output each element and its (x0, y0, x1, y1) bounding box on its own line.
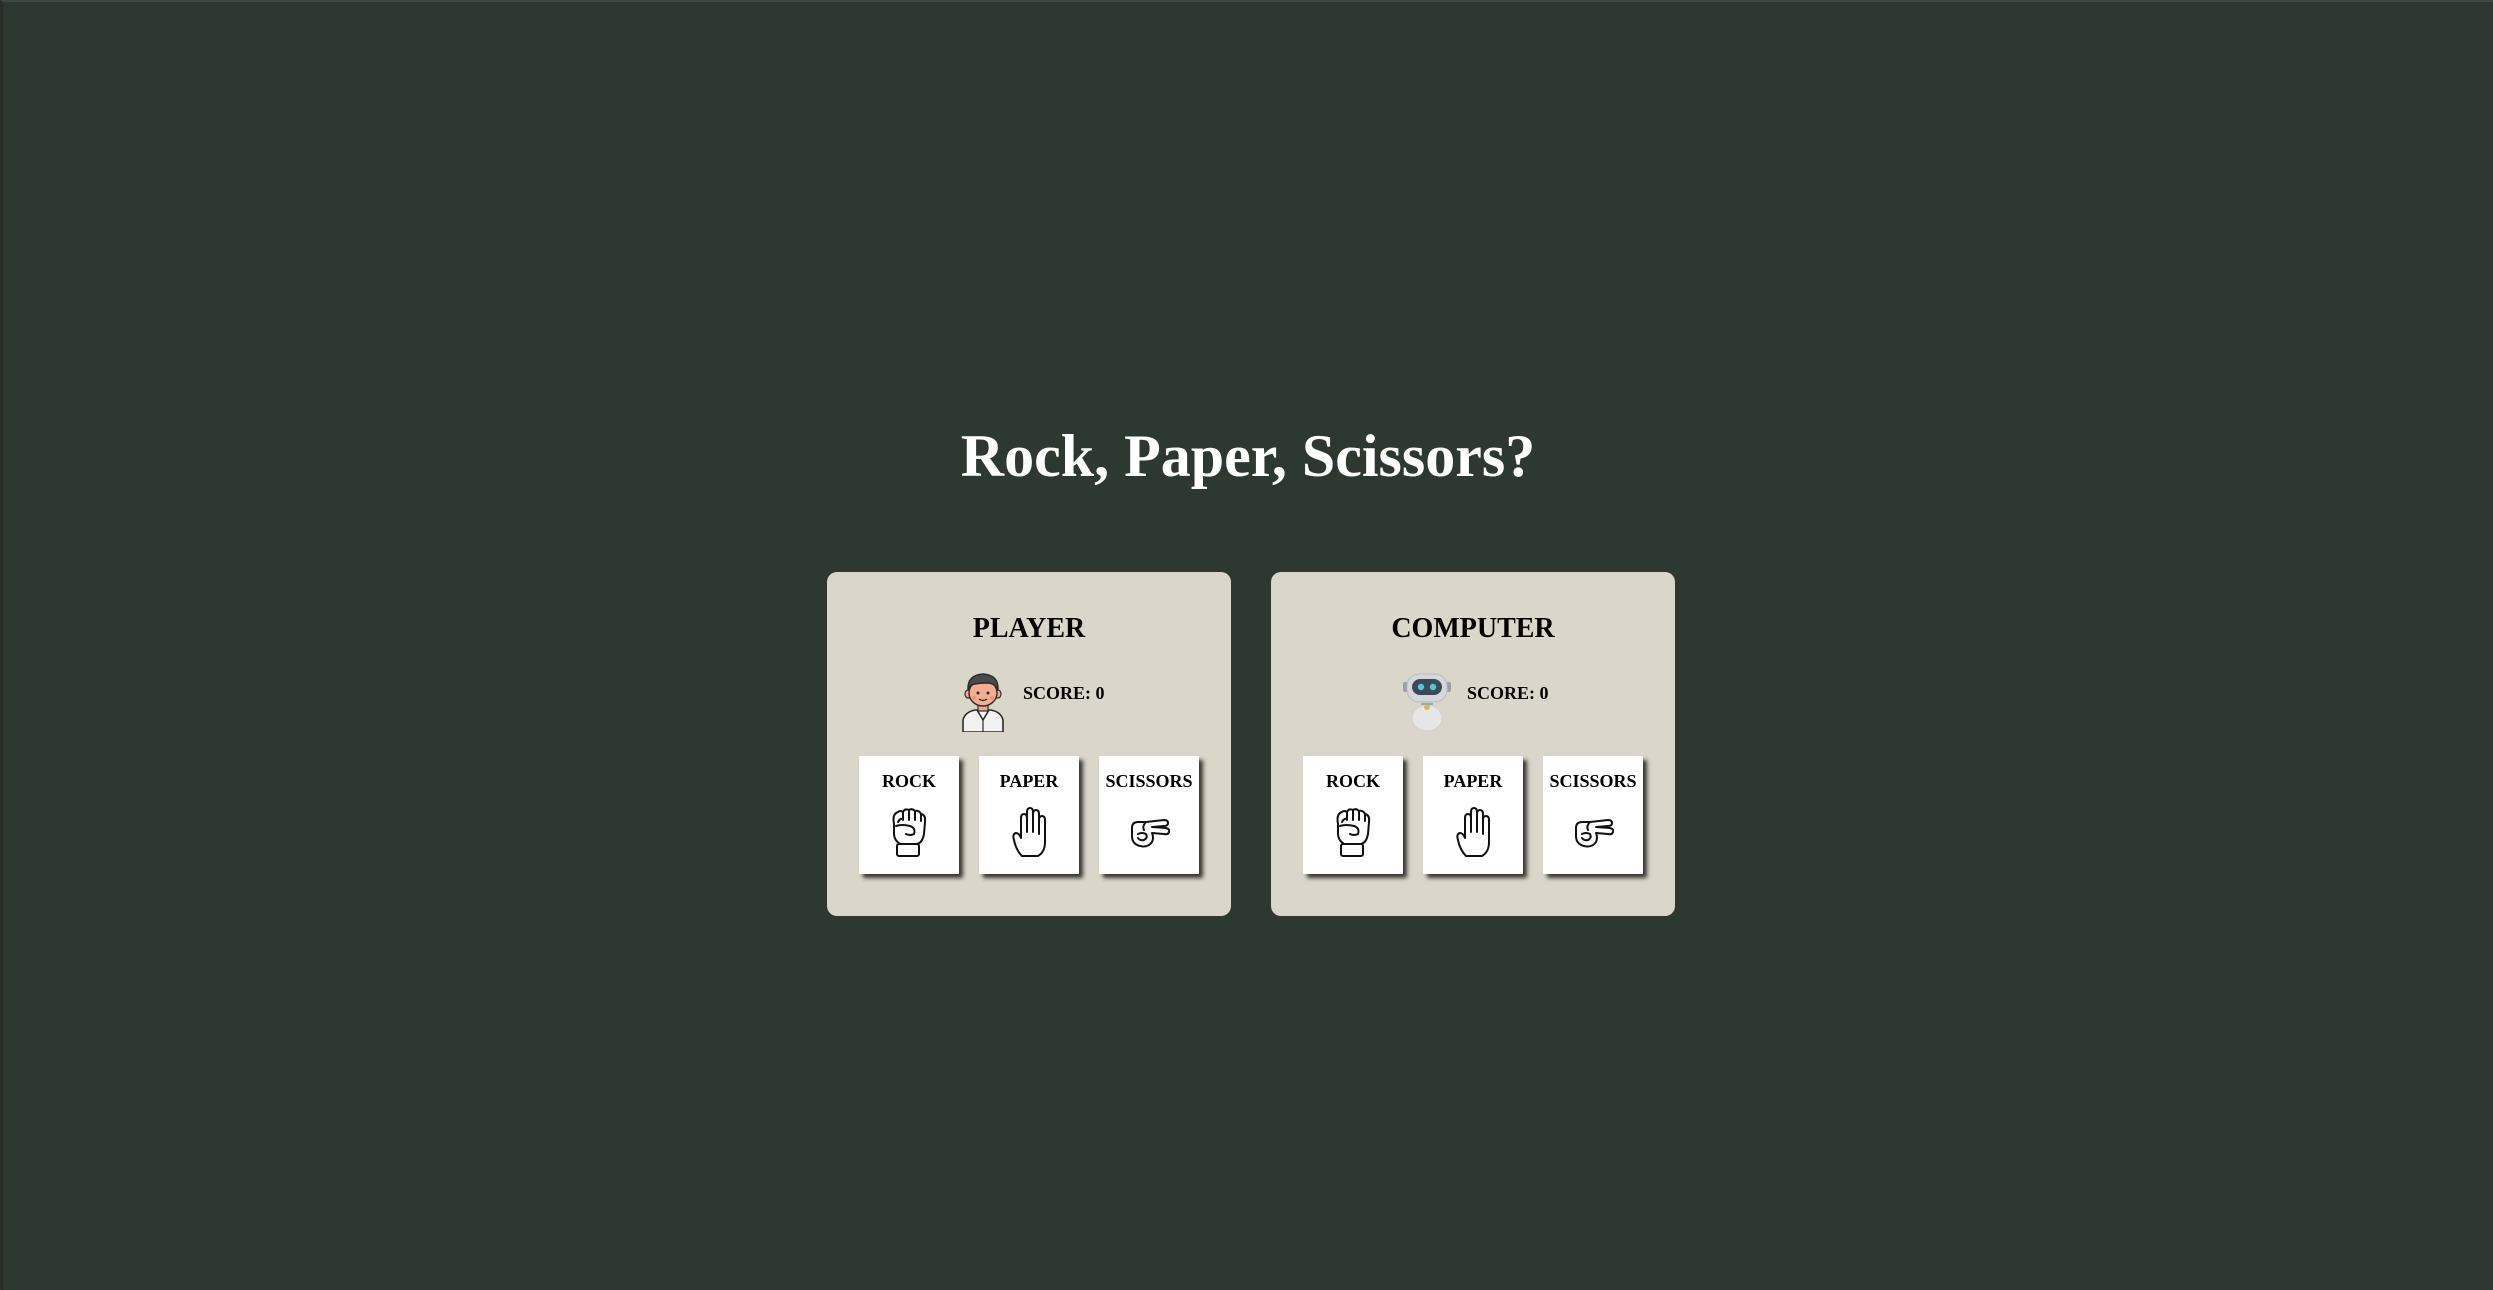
player-score: SCORE: 0 (1023, 683, 1105, 703)
open-hand-icon (1012, 807, 1046, 857)
player-scissors-button[interactable]: SCISSORS (1099, 756, 1199, 874)
computer-heading: COMPUTER (1391, 613, 1555, 644)
rock-label: ROCK (1326, 771, 1380, 791)
scissors-label: SCISSORS (1105, 771, 1193, 791)
open-hand-icon (1456, 807, 1490, 857)
computer-paper-button[interactable]: PAPER (1423, 756, 1523, 874)
paper-label: PAPER (1443, 771, 1503, 791)
fist-icon (1336, 808, 1371, 857)
game-title: Rock, Paper, Scissors? (960, 423, 1536, 489)
paper-label: PAPER (999, 771, 1059, 791)
rock-label: ROCK (882, 771, 936, 791)
computer-panel: COMPUTER SCORE: 0 ROCK PAPER SCISSORS (1271, 572, 1675, 916)
scissors-hand-icon (1575, 819, 1614, 848)
computer-rock-button[interactable]: ROCK (1303, 756, 1403, 874)
player-panel: PLAYER SCORE: 0 ROCK PAPER SCISSORS (827, 572, 1231, 916)
computer-scissors-button[interactable]: SCISSORS (1543, 756, 1643, 874)
scissors-hand-icon (1131, 819, 1170, 848)
robot-avatar-icon (1403, 673, 1451, 732)
player-heading: PLAYER (972, 613, 1086, 644)
fist-icon (892, 808, 927, 857)
scissors-label: SCISSORS (1549, 771, 1637, 791)
boy-avatar-icon (962, 673, 1004, 732)
player-paper-button[interactable]: PAPER (979, 756, 1079, 874)
player-rock-button[interactable]: ROCK (859, 756, 959, 874)
computer-score: SCORE: 0 (1467, 683, 1549, 703)
